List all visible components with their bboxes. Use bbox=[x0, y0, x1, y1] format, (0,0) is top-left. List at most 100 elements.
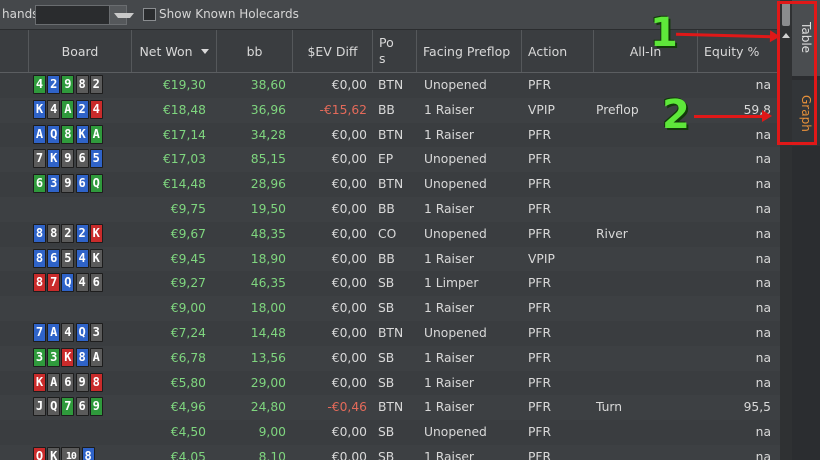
column-header-board[interactable]: Board bbox=[28, 30, 131, 72]
card-icon: 8 bbox=[81, 447, 95, 460]
card-icon: 8 bbox=[61, 124, 75, 144]
board-cards: AQ8KA bbox=[33, 123, 104, 148]
facing-preflop-cell: 1 Raiser bbox=[424, 375, 474, 390]
card-icon: 8 bbox=[89, 372, 103, 392]
board-cards: 33K8A bbox=[33, 346, 104, 371]
bb-cell: 28,96 bbox=[250, 177, 286, 192]
net-won-cell: €6,78 bbox=[170, 350, 206, 365]
column-header-facing-preflop[interactable]: Facing Preflop bbox=[416, 30, 521, 72]
column-header-pos[interactable]: Pos bbox=[372, 30, 416, 72]
position-cell: BB bbox=[378, 202, 395, 216]
position-cell: SB bbox=[378, 350, 395, 365]
table-row[interactable]: €9,75 19,50 €0,00 BB 1 Raiser PFR na bbox=[0, 197, 780, 222]
card-icon: 6 bbox=[75, 149, 89, 169]
facing-preflop-cell: 1 Raiser bbox=[424, 301, 474, 316]
hands-dropdown[interactable] bbox=[35, 5, 134, 25]
vertical-scrollbar[interactable] bbox=[780, 0, 792, 460]
equity-cell: na bbox=[755, 450, 771, 460]
ev-diff-cell: €0,00 bbox=[331, 450, 367, 460]
net-won-cell: €9,45 bbox=[170, 251, 206, 266]
position-cell: BTN bbox=[378, 326, 404, 340]
table-row[interactable]: J Q 7 6 9 €4,96 24,80 -€0,46 BTN 1 Raiser PFR Turn 9… bbox=[0, 395, 780, 421]
table-row[interactable]: 8 8 2 2 K €9,67 48,35 €0,00 CO Unopened PFR River na bbox=[0, 222, 780, 247]
card-icon: A bbox=[89, 347, 103, 367]
net-won-cell: €4,96 bbox=[170, 400, 206, 415]
net-won-cell: €4,05 bbox=[170, 450, 206, 460]
scrollbar-thumb[interactable] bbox=[782, 2, 790, 26]
column-header-bb[interactable]: bb bbox=[216, 30, 292, 72]
equity-cell: na bbox=[755, 78, 771, 92]
bb-cell: 18,00 bbox=[250, 301, 286, 316]
show-holecards-label[interactable]: Show Known Holecards bbox=[159, 7, 299, 21]
equity-cell: na bbox=[755, 326, 771, 340]
card-icon: 3 bbox=[33, 347, 46, 367]
table-row[interactable]: 7 K 9 6 5 €17,03 85,15 €0,00 EP Unopened PFR na bbox=[0, 147, 780, 173]
table-row[interactable]: Q K 10 8 €4,05 8,10 €0,00 SB 1 Raiser PFR na bbox=[0, 445, 780, 460]
ev-diff-cell: -€0,46 bbox=[327, 400, 367, 415]
facing-preflop-cell: 1 Raiser bbox=[424, 400, 474, 415]
net-won-cell: €18,48 bbox=[162, 102, 206, 117]
card-icon: 7 bbox=[33, 149, 46, 169]
table-row[interactable]: 7 A 4 Q 3 €7,24 14,48 €0,00 BTN Unopened PFR na bbox=[0, 321, 780, 346]
position-cell: BB bbox=[378, 251, 395, 266]
net-won-cell: €14,48 bbox=[162, 177, 206, 192]
ev-diff-cell: €0,00 bbox=[331, 276, 367, 291]
bb-cell: 8,10 bbox=[258, 450, 286, 460]
position-cell: SB bbox=[378, 276, 395, 291]
bb-cell: 24,80 bbox=[250, 400, 286, 415]
card-icon: Q bbox=[33, 447, 46, 460]
card-icon: J bbox=[33, 397, 46, 417]
card-icon: A bbox=[61, 99, 75, 119]
column-header-action[interactable]: Action bbox=[521, 30, 593, 72]
tab-table[interactable]: Table bbox=[792, 0, 820, 76]
scroll-up-icon[interactable] bbox=[782, 33, 790, 38]
bb-cell: 19,50 bbox=[250, 202, 286, 216]
card-icon: 9 bbox=[61, 149, 75, 169]
card-icon: K bbox=[33, 99, 46, 119]
column-header-ev-diff[interactable]: $EV Diff bbox=[292, 30, 372, 72]
table-row[interactable]: €9,00 18,00 €0,00 SB 1 Raiser PFR na bbox=[0, 296, 780, 321]
ev-diff-cell: €0,00 bbox=[331, 350, 367, 365]
facing-preflop-cell: 1 Raiser bbox=[424, 251, 474, 266]
side-tabs: Table Graph bbox=[792, 0, 820, 460]
card-icon: 4 bbox=[33, 75, 46, 94]
card-icon: 6 bbox=[75, 174, 89, 194]
all-in-cell: Preflop bbox=[596, 102, 639, 117]
net-won-cell: €9,75 bbox=[170, 202, 206, 216]
column-header-net-won[interactable]: Net Won bbox=[131, 30, 216, 72]
column-header-all-in[interactable]: All-In bbox=[593, 30, 697, 72]
show-holecards-checkbox[interactable] bbox=[143, 8, 156, 21]
action-cell: PFR bbox=[528, 400, 552, 415]
position-cell: CO bbox=[378, 226, 397, 241]
hands-label: hands bbox=[2, 7, 39, 21]
card-icon: K bbox=[89, 248, 103, 268]
equity-cell: na bbox=[755, 226, 771, 241]
position-cell: BTN bbox=[378, 400, 404, 415]
card-icon: 3 bbox=[47, 347, 61, 367]
position-cell: EP bbox=[378, 152, 394, 167]
table-row[interactable]: 8 7 Q 4 6 €9,27 46,35 €0,00 SB 1 Limper PFR na bbox=[0, 271, 780, 296]
card-icon: K bbox=[47, 149, 61, 169]
card-icon: 5 bbox=[61, 248, 75, 268]
table-row[interactable]: 6 3 9 6 Q €14,48 28,96 €0,00 BTN Unopened PFR na bbox=[0, 172, 780, 197]
table-row[interactable]: €4,50 9,00 €0,00 SB Unopened PFR na bbox=[0, 420, 780, 445]
ev-diff-cell: €0,00 bbox=[331, 127, 367, 142]
card-icon: Q bbox=[47, 397, 61, 417]
action-cell: PFR bbox=[528, 226, 552, 241]
table-row[interactable]: 8 6 5 4 K €9,45 18,90 €0,00 BB 1 Raiser VPIP na bbox=[0, 246, 780, 272]
chevron-down-icon[interactable] bbox=[109, 6, 134, 24]
card-icon: 7 bbox=[61, 397, 75, 417]
card-icon: 4 bbox=[75, 248, 89, 268]
board-cards: K4A24 bbox=[33, 98, 104, 123]
all-in-cell: Turn bbox=[596, 400, 623, 415]
card-icon: 8 bbox=[75, 75, 89, 94]
card-icon: 8 bbox=[47, 223, 61, 243]
tab-graph[interactable]: Graph bbox=[792, 80, 820, 146]
card-icon: K bbox=[33, 372, 46, 392]
table-row[interactable]: K A 6 9 8 €5,80 29,00 €0,00 SB 1 Raiser PFR na bbox=[0, 371, 780, 396]
action-cell: PFR bbox=[528, 78, 552, 92]
bb-cell: 13,56 bbox=[250, 350, 286, 365]
sort-desc-icon bbox=[200, 48, 209, 54]
card-icon: 9 bbox=[75, 372, 89, 392]
table-row[interactable]: 3 3 K 8 A €6,78 13,56 €0,00 SB 1 Raiser PFR na bbox=[0, 345, 780, 371]
